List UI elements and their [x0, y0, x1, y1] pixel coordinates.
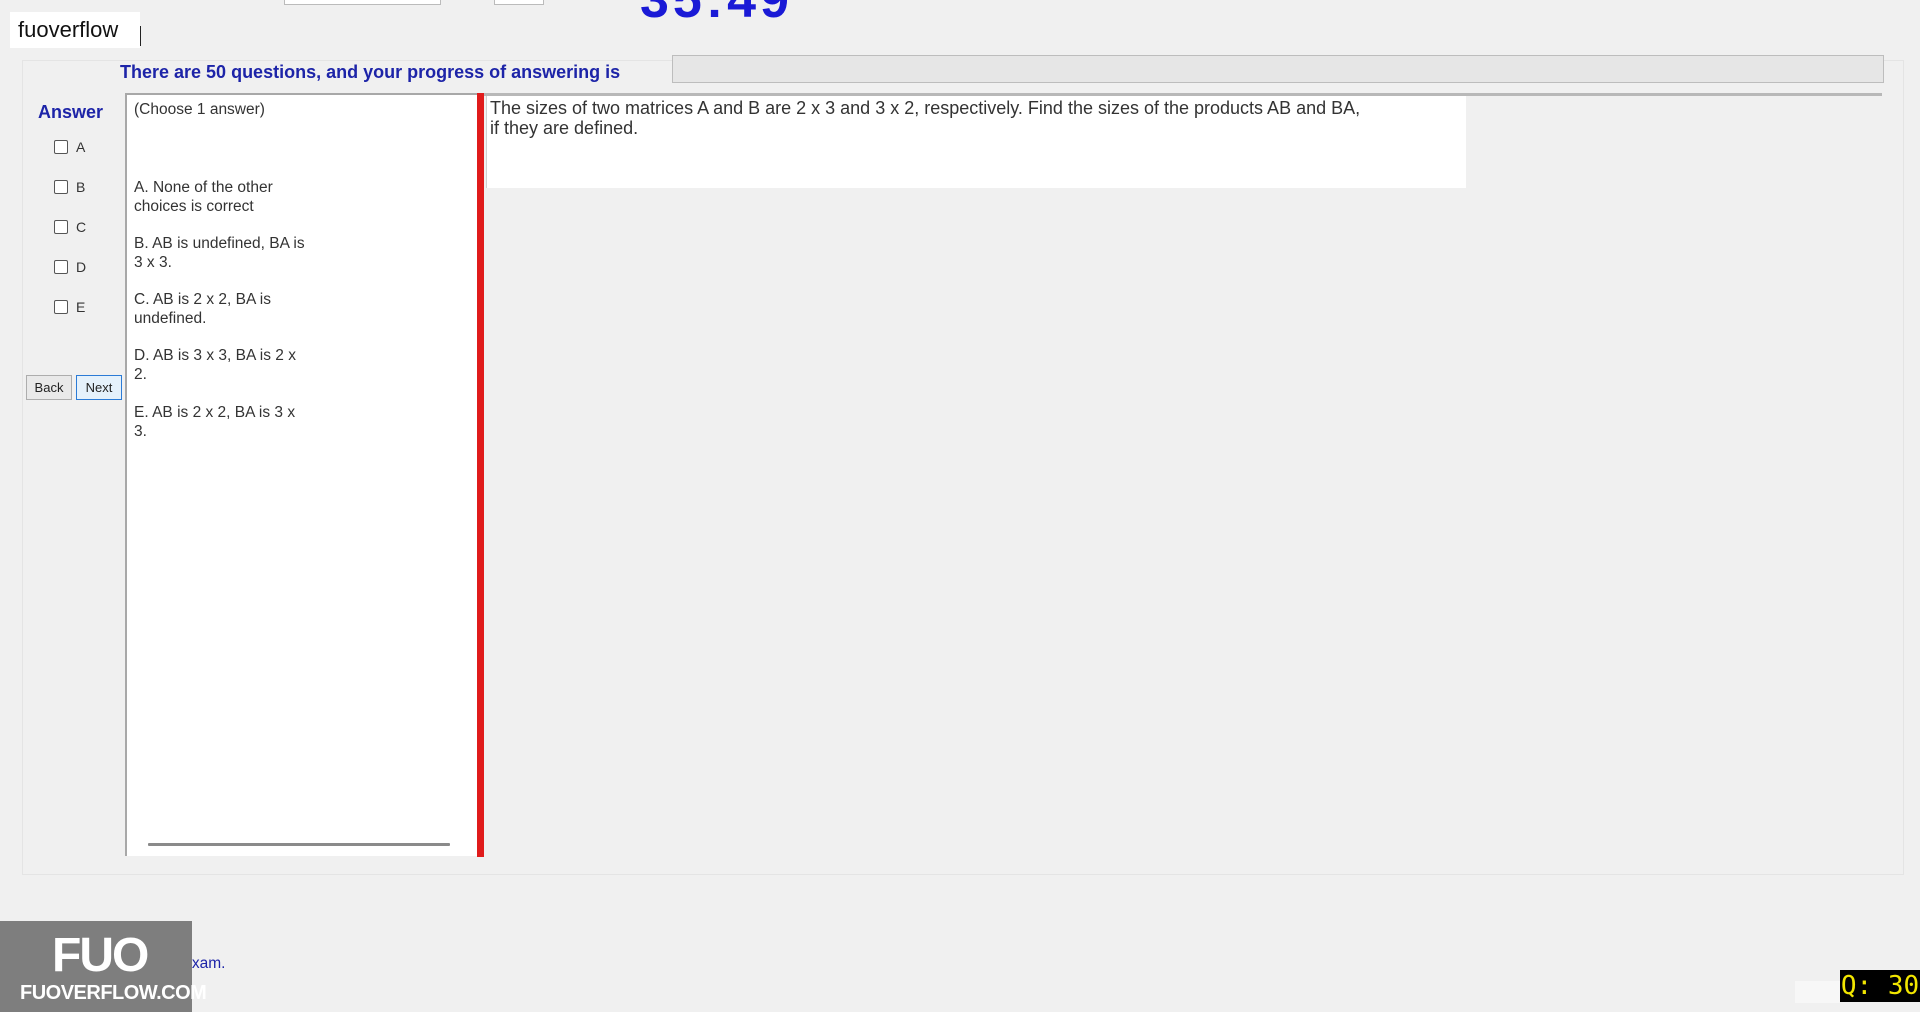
answer-checkbox-c[interactable] — [54, 220, 68, 234]
choice-b-text: B. AB is undefined, BA is 3 x 3. — [134, 234, 354, 272]
question-line: if they are defined. — [490, 118, 639, 138]
answer-checkbox-e[interactable] — [54, 300, 68, 314]
exam-timer: 35:49 — [640, 0, 793, 29]
choice-line: A. None of the other — [134, 179, 273, 196]
splitter-divider[interactable] — [477, 93, 484, 857]
choose-hint: (Choose 1 answer) — [134, 101, 265, 118]
choice-line: undefined. — [134, 310, 207, 327]
logo-site-text: FUOVERFLOW.COM — [20, 982, 207, 1004]
answer-option-label: B — [76, 179, 86, 195]
answer-option-label: C — [76, 219, 87, 235]
choice-line: 2. — [134, 366, 147, 383]
answer-heading: Answer — [38, 102, 104, 122]
next-button[interactable]: Next — [76, 375, 122, 400]
choice-line: C. AB is 2 x 2, BA is — [134, 291, 271, 308]
answer-checkbox-a[interactable] — [54, 140, 68, 154]
choice-line: B. AB is undefined, BA is — [134, 235, 305, 252]
choice-d-text: D. AB is 3 x 3, BA is 2 x 2. — [134, 346, 354, 384]
progress-label: There are 50 questions, and your progres… — [120, 62, 621, 82]
text-caret — [140, 26, 141, 46]
choice-line: D. AB is 3 x 3, BA is 2 x — [134, 347, 296, 364]
answer-option-c[interactable]: C — [54, 219, 86, 235]
choice-line: 3. — [134, 423, 147, 440]
back-button[interactable]: Back — [26, 375, 72, 400]
question-line: The sizes of two matrices A and B are 2 … — [490, 98, 1361, 118]
choice-a-text: A. None of the other choices is correct — [134, 178, 354, 216]
top-dropdown[interactable] — [284, 0, 441, 5]
answer-option-a[interactable]: A — [54, 139, 85, 155]
answer-option-label: E — [76, 299, 86, 315]
choice-line: 3 x 3. — [134, 254, 172, 271]
answer-option-label: D — [76, 259, 87, 275]
question-counter: Q: 30 — [1840, 970, 1920, 1002]
logo-mark: FUO — [52, 929, 149, 982]
status-strip — [1795, 981, 1840, 1003]
choice-line: choices is correct — [134, 198, 254, 215]
answer-option-d[interactable]: D — [54, 259, 86, 275]
choice-e-text: E. AB is 2 x 2, BA is 3 x 3. — [134, 403, 354, 441]
choice-line: E. AB is 2 x 2, BA is 3 x — [134, 404, 296, 421]
answer-option-e[interactable]: E — [54, 299, 85, 315]
answer-checkbox-b[interactable] — [54, 180, 68, 194]
progress-bar — [672, 55, 1884, 83]
choice-c-text: C. AB is 2 x 2, BA is undefined. — [134, 290, 354, 328]
brand-label: fuoverflow — [10, 12, 140, 48]
answer-option-label: A — [76, 139, 86, 155]
choices-horizontal-scrollbar[interactable] — [148, 843, 450, 846]
answer-checkbox-d[interactable] — [54, 260, 68, 274]
top-small-box[interactable] — [494, 0, 544, 5]
question-text: The sizes of two matrices A and B are 2 … — [490, 98, 1410, 138]
question-panel — [484, 93, 1882, 856]
answer-option-b[interactable]: B — [54, 179, 85, 195]
